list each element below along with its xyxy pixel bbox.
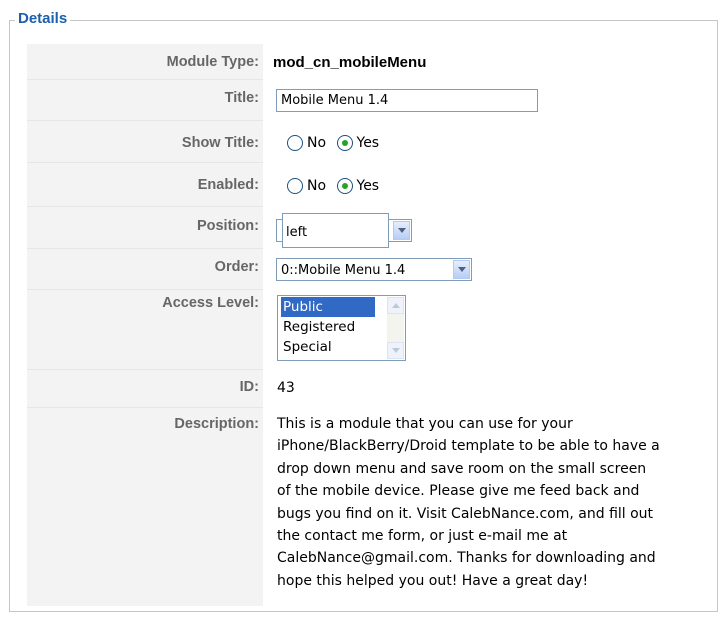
access-level-option-public[interactable]: Public xyxy=(281,297,375,317)
access-level-scrollbar[interactable] xyxy=(387,297,404,359)
enabled-options: No Yes xyxy=(287,178,385,194)
description-line: iPhone/BlackBerry/Droid template to be a… xyxy=(277,438,660,455)
title-row: Title: xyxy=(27,80,717,121)
enabled-no-radio[interactable] xyxy=(287,178,303,194)
module-type-row: Module Type: mod_cn_mobileMenu xyxy=(27,44,717,80)
position-row: Position: left left xyxy=(27,207,717,249)
description-line: bugs you find on it. Visit CalebNance.co… xyxy=(277,505,654,522)
access-level-option-special[interactable]: Special xyxy=(281,337,375,357)
title-input[interactable] xyxy=(276,89,538,112)
show-title-no-label: No xyxy=(307,135,327,151)
scroll-down-arrow-icon[interactable] xyxy=(387,342,404,359)
description-label: Description: xyxy=(174,416,259,432)
description-text: This is a module that you can use for yo… xyxy=(277,413,715,592)
show-title-no-radio[interactable] xyxy=(287,135,303,151)
chevron-down-icon[interactable] xyxy=(393,221,410,240)
order-row: Order: 0::Mobile Menu 1.4 xyxy=(27,249,717,290)
description-line: CalebNance@gmail.com. Thanks for downloa… xyxy=(277,550,656,567)
enabled-yes-radio[interactable] xyxy=(336,178,353,194)
module-type-label: Module Type: xyxy=(166,54,259,70)
show-title-options: No Yes xyxy=(287,135,385,151)
details-legend: Details xyxy=(15,10,71,27)
position-dropdown-overlay[interactable]: left xyxy=(282,213,389,248)
scroll-up-arrow-icon[interactable] xyxy=(387,297,404,314)
show-title-row: Show Title: No Yes xyxy=(27,121,717,163)
enabled-label: Enabled: xyxy=(197,177,259,193)
id-value: 43 xyxy=(277,380,295,396)
title-label: Title: xyxy=(224,90,259,106)
description-line: of the mobile device. Please give me fee… xyxy=(277,483,640,500)
enabled-row: Enabled: No Yes xyxy=(27,163,717,207)
description-line: This is a module that you can use for yo… xyxy=(277,416,573,432)
description-line: the contact me form, or just e-mail me a… xyxy=(277,528,568,545)
order-select[interactable]: 0::Mobile Menu 1.4 xyxy=(276,258,472,281)
show-title-label: Show Title: xyxy=(181,135,259,151)
position-dropdown-text: left xyxy=(286,225,308,240)
description-line: drop down menu and save room on the smal… xyxy=(277,460,647,477)
description-line: hope this helped you out! Have a great d… xyxy=(277,572,589,589)
enabled-yes-label: Yes xyxy=(356,178,380,194)
access-level-listbox[interactable]: Public Registered Special xyxy=(277,295,406,361)
show-title-yes-radio[interactable] xyxy=(336,135,353,151)
id-row: ID: 43 xyxy=(27,370,717,408)
order-label: Order: xyxy=(214,259,259,275)
access-level-label: Access Level: xyxy=(162,295,259,311)
position-label: Position: xyxy=(196,218,259,234)
show-title-yes-label: Yes xyxy=(356,135,380,151)
access-level-option-registered[interactable]: Registered xyxy=(281,317,375,337)
access-level-row: Access Level: Public Registered Special xyxy=(27,290,717,370)
module-type-value: mod_cn_mobileMenu xyxy=(273,54,427,71)
enabled-no-label: No xyxy=(307,178,327,194)
description-row: Description: This is a module that you c… xyxy=(27,408,717,606)
chevron-down-icon[interactable] xyxy=(453,260,470,279)
order-select-value: 0::Mobile Menu 1.4 xyxy=(281,263,406,278)
id-label: ID: xyxy=(239,379,259,395)
